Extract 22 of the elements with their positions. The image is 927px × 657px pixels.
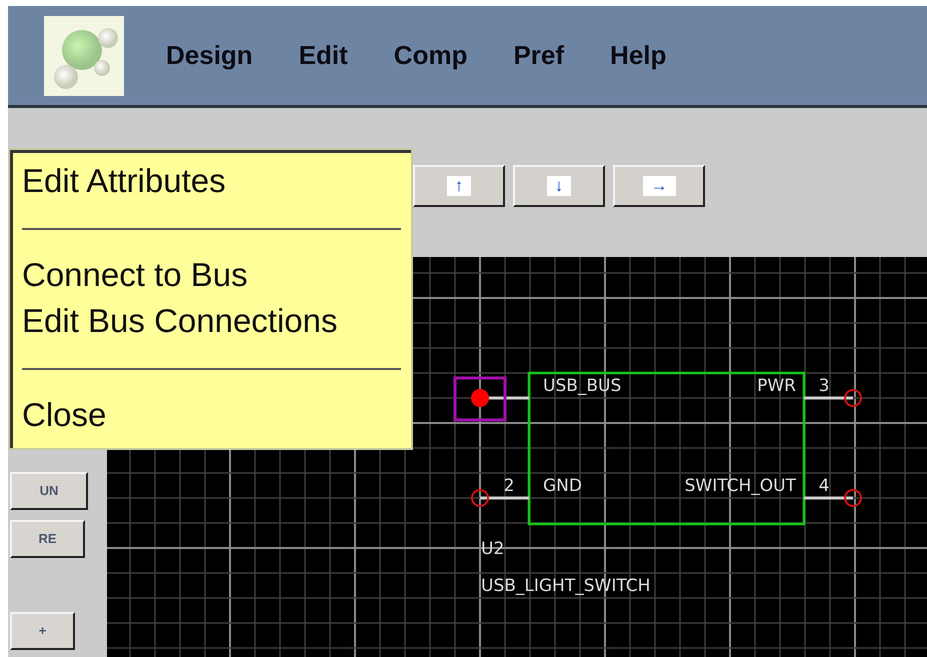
pin-number: 2 (504, 476, 514, 496)
pin-number: 4 (818, 476, 830, 496)
arrow-button[interactable]: ↑ (413, 165, 505, 207)
component-outline[interactable] (528, 372, 806, 526)
menu-item[interactable]: Help (610, 36, 666, 75)
arrow-button[interactable]: → (613, 165, 705, 207)
menu-item[interactable]: Close (22, 392, 106, 438)
pin-name: PWR (757, 376, 796, 396)
menu-item[interactable]: Design (166, 36, 253, 75)
menu-item[interactable]: Edit Attributes (22, 158, 226, 204)
menu-item[interactable]: Pref (513, 36, 564, 75)
side-button[interactable]: UN (10, 472, 88, 510)
arrow-button[interactable]: ↓ (513, 165, 605, 207)
pin[interactable] (471, 489, 529, 507)
pin-number: 3 (818, 376, 830, 396)
menu-item[interactable]: Edit (298, 36, 348, 75)
pin[interactable] (471, 389, 529, 407)
pin-name: GND (543, 476, 582, 496)
side-button[interactable]: + (10, 612, 75, 650)
side-button[interactable]: RE (10, 520, 85, 558)
menu-item[interactable]: Comp (394, 36, 468, 75)
pin[interactable] (804, 489, 862, 507)
